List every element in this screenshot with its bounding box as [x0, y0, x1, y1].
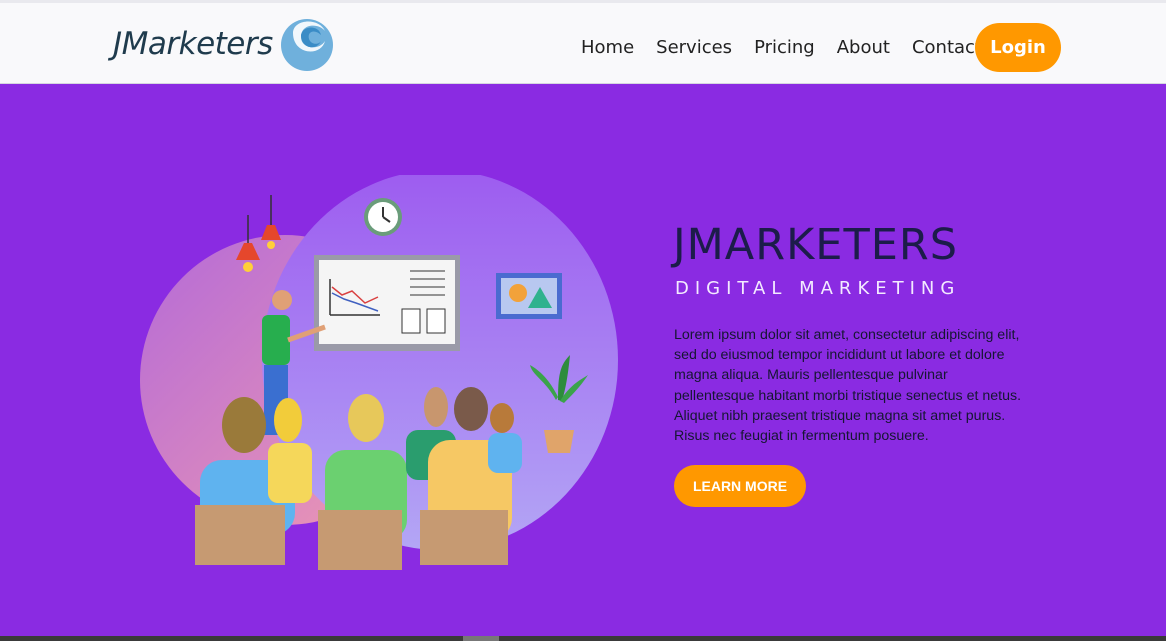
login-button[interactable]: Login [975, 23, 1061, 72]
nav-home[interactable]: Home [581, 37, 634, 58]
nav-about[interactable]: About [837, 37, 890, 58]
site-header: JMarketers Home Services Pricing About C… [0, 0, 1166, 84]
hero-title: JMARKETERS [673, 220, 959, 270]
nav-services[interactable]: Services [656, 37, 732, 58]
bottom-bar [0, 636, 1166, 641]
hero-paragraph: Lorem ipsum dolor sit amet, consectetur … [674, 327, 1022, 445]
brand-name: JMarketers [113, 26, 273, 62]
logo-wave-icon [280, 19, 333, 71]
scroll-thumb[interactable] [463, 636, 499, 641]
brand-logo[interactable]: JMarketers [113, 11, 335, 77]
hero-subtitle: DIGITAL MARKETING [675, 278, 961, 299]
learn-more-button[interactable]: LEARN MORE [674, 465, 806, 507]
presentation-illustration [140, 175, 618, 570]
nav-pricing[interactable]: Pricing [754, 37, 815, 58]
main-nav: Home Services Pricing About Contact Us [570, 21, 1021, 73]
